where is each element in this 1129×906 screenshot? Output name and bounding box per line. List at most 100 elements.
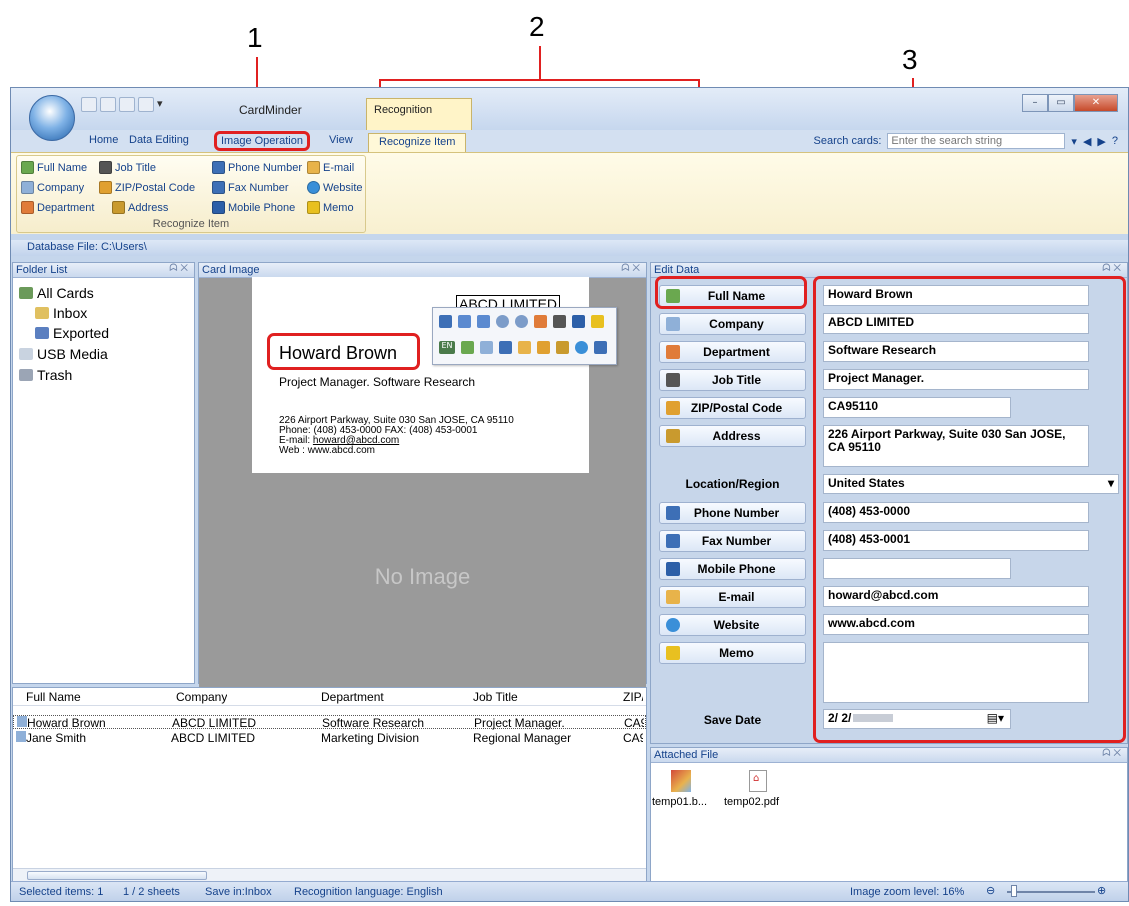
folder-all-cards[interactable]: All Cards <box>19 285 94 301</box>
location-region-select[interactable]: United States ▾ <box>823 474 1119 494</box>
language-selector[interactable]: EN <box>439 341 455 354</box>
attached-file-name[interactable]: temp01.b... <box>652 796 707 808</box>
phone-field[interactable]: (408) 453-0000 <box>823 502 1089 523</box>
ribbon-address[interactable]: Address <box>112 201 168 214</box>
tab-image-operation[interactable]: Image Operation <box>214 131 310 151</box>
folder-usb-media[interactable]: USB Media <box>19 346 108 362</box>
folder-trash[interactable]: Trash <box>19 367 72 383</box>
fax-icon[interactable] <box>594 341 607 354</box>
pointer-icon[interactable] <box>100 97 116 112</box>
mobile-phone-field[interactable] <box>823 558 1011 579</box>
ribbon-phone-number[interactable]: Phone Number <box>212 161 302 174</box>
search-options-icon[interactable]: ▾ <box>1071 135 1077 148</box>
job-title-field[interactable]: Project Manager. <box>823 369 1089 390</box>
fit-width-icon[interactable] <box>477 315 490 328</box>
tab-view[interactable]: View <box>329 134 353 146</box>
globe-icon[interactable] <box>575 341 588 354</box>
minimize-button[interactable]: – <box>1022 94 1048 112</box>
pin-close-icon[interactable]: ᗣ ✕ <box>621 263 640 274</box>
phone-icon[interactable] <box>499 341 512 354</box>
email-icon[interactable] <box>518 341 531 354</box>
department-icon[interactable] <box>534 315 547 328</box>
tab-home[interactable]: Home <box>89 134 118 146</box>
field-button-full-name[interactable]: Full Name <box>659 285 806 307</box>
field-button-website[interactable]: Website <box>659 614 806 636</box>
memo-icon[interactable] <box>591 315 604 328</box>
person-icon[interactable] <box>461 341 474 354</box>
field-button-email[interactable]: E-mail <box>659 586 806 608</box>
email-field[interactable]: howard@abcd.com <box>823 586 1089 607</box>
ribbon-full-name[interactable]: Full Name <box>21 161 87 174</box>
zoom-out-icon[interactable] <box>515 315 528 328</box>
col-full-name[interactable]: Full Name <box>26 690 81 704</box>
ribbon-fax-number[interactable]: Fax Number <box>212 181 289 194</box>
field-button-company[interactable]: Company <box>659 313 806 335</box>
save-icon[interactable] <box>81 97 97 112</box>
col-zip[interactable]: ZIP/ <box>623 690 643 704</box>
ribbon-department[interactable]: Department <box>21 201 94 214</box>
search-input[interactable]: Enter the search string <box>887 133 1066 149</box>
company-icon[interactable] <box>480 341 493 354</box>
scrollbar-thumb[interactable] <box>27 871 207 880</box>
memo-field[interactable] <box>823 642 1089 703</box>
department-field[interactable]: Software Research <box>823 341 1089 362</box>
ribbon-email[interactable]: E-mail <box>307 161 354 174</box>
mobile-icon[interactable] <box>572 315 585 328</box>
close-button[interactable]: ✕ <box>1074 94 1118 112</box>
zoom-in-button[interactable]: ⊕ <box>1097 884 1106 897</box>
full-name-field[interactable]: Howard Brown <box>823 285 1089 306</box>
company-field[interactable]: ABCD LIMITED <box>823 313 1089 334</box>
zoom-in-icon[interactable] <box>496 315 509 328</box>
ribbon-mobile-phone[interactable]: Mobile Phone <box>212 201 295 214</box>
ribbon-job-title[interactable]: Job Title <box>99 161 156 174</box>
col-department[interactable]: Department <box>321 690 384 704</box>
maximize-button[interactable]: ▭ <box>1048 94 1074 112</box>
field-button-job-title[interactable]: Job Title <box>659 369 806 391</box>
ribbon-memo[interactable]: Memo <box>307 201 354 214</box>
bitmap-file-icon[interactable] <box>671 770 691 792</box>
customize-qat-icon[interactable]: ▾ <box>157 97 167 112</box>
fit-page-icon[interactable] <box>439 315 452 328</box>
zip-icon[interactable] <box>537 341 550 354</box>
field-button-phone[interactable]: Phone Number <box>659 502 806 524</box>
tab-data-editing[interactable]: Data Editing <box>129 134 189 146</box>
folder-inbox[interactable]: Inbox <box>35 305 87 321</box>
field-button-zip[interactable]: ZIP/Postal Code <box>659 397 806 419</box>
fax-field[interactable]: (408) 453-0001 <box>823 530 1089 551</box>
scan-icon[interactable] <box>119 97 135 112</box>
address-icon[interactable] <box>556 341 569 354</box>
zip-field[interactable]: CA95110 <box>823 397 1011 418</box>
application-menu-button[interactable] <box>29 95 75 141</box>
job-title-icon[interactable] <box>553 315 566 328</box>
folder-exported[interactable]: Exported <box>35 325 109 341</box>
field-button-memo[interactable]: Memo <box>659 642 806 664</box>
pin-close-icon[interactable]: ᗣ ✕ <box>1102 748 1121 759</box>
help-icon[interactable]: ? <box>1112 135 1118 147</box>
col-job-title[interactable]: Job Title <box>473 690 518 704</box>
ribbon-zip[interactable]: ZIP/Postal Code <box>99 181 195 194</box>
field-button-fax[interactable]: Fax Number <box>659 530 806 552</box>
address-field[interactable]: 226 Airport Parkway, Suite 030 San JOSE,… <box>823 425 1089 467</box>
search-prev-icon[interactable]: ◀ <box>1083 135 1091 148</box>
table-row[interactable]: Jane Smith ABCD LIMITED Marketing Divisi… <box>13 731 646 745</box>
field-button-address[interactable]: Address <box>659 425 806 447</box>
search-next-icon[interactable]: ▶ <box>1097 135 1105 148</box>
calendar-icon[interactable]: ▤▾ <box>987 712 1004 725</box>
tab-recognize-item[interactable]: Recognize Item <box>368 133 467 152</box>
col-company[interactable]: Company <box>176 690 227 704</box>
save-date-field[interactable]: 2/ 2/▤▾ <box>823 709 1011 729</box>
ribbon-website[interactable]: Website <box>307 181 363 194</box>
field-button-mobile[interactable]: Mobile Phone <box>659 558 806 580</box>
scanner-icon[interactable] <box>138 97 154 112</box>
fit-height-icon[interactable] <box>458 315 471 328</box>
zoom-out-button[interactable]: ⊖ <box>986 884 995 897</box>
horizontal-scrollbar[interactable] <box>13 868 646 882</box>
zoom-slider-thumb[interactable] <box>1011 885 1017 897</box>
zoom-slider[interactable] <box>1007 891 1095 893</box>
table-row[interactable]: Howard Brown ABCD LIMITED Software Resea… <box>13 715 646 730</box>
pin-close-icon[interactable]: ᗣ ✕ <box>1102 263 1121 274</box>
ribbon-company[interactable]: Company <box>21 181 84 194</box>
website-field[interactable]: www.abcd.com <box>823 614 1089 635</box>
pdf-file-icon[interactable]: ⌂ <box>749 770 767 792</box>
attached-file-name[interactable]: temp02.pdf <box>724 796 779 808</box>
